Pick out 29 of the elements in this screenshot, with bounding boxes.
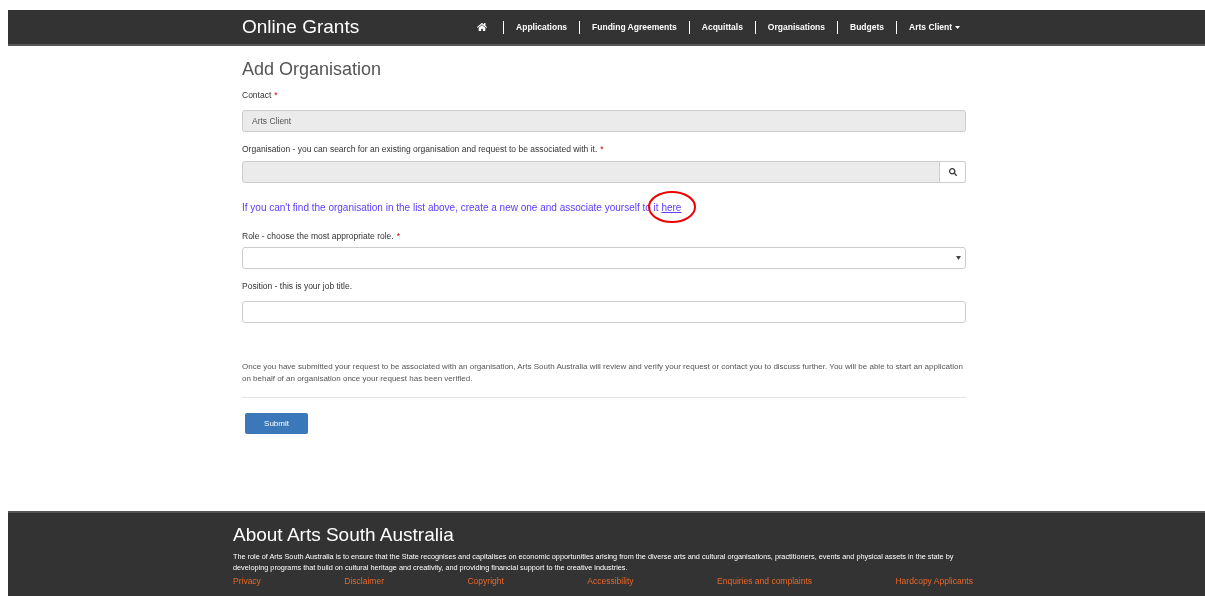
footer-title: About Arts South Australia bbox=[233, 523, 455, 547]
caret-icon bbox=[956, 256, 961, 261]
footer-link[interactable]: Hardcopy Applicants bbox=[895, 575, 973, 588]
footer-link[interactable]: Accessibility bbox=[587, 575, 634, 588]
text-field[interactable] bbox=[242, 301, 966, 323]
search-icon bbox=[948, 167, 957, 176]
caret-icon bbox=[955, 25, 960, 29]
nav-link[interactable]: Applications bbox=[510, 20, 574, 34]
role-select[interactable] bbox=[242, 247, 966, 270]
footer-link[interactable]: Copyright bbox=[467, 575, 504, 588]
site-brand[interactable]: Online Grants bbox=[242, 12, 360, 42]
field-label: Position - this is your job title. bbox=[242, 280, 354, 293]
field-label: Contact * bbox=[242, 89, 279, 102]
nav-link[interactable]: Arts Client bbox=[903, 20, 966, 34]
home-icon[interactable] bbox=[477, 22, 488, 32]
nav-link[interactable]: Acquittals bbox=[695, 20, 749, 34]
page-title: Add Organisation bbox=[242, 58, 383, 81]
nav-link[interactable]: Organisations bbox=[761, 20, 831, 34]
info-paragraph: Once you have submitted your request to be associated with an organisation, Arts South Australia will review and verify your request or contact you to discuss further. You will be able to start an application on behalf of an organisation once your request has been verified. bbox=[242, 361, 966, 398]
submit-button[interactable]: Submit bbox=[245, 413, 308, 434]
nav-link[interactable]: Funding Agreements bbox=[586, 20, 683, 34]
here-link[interactable]: here bbox=[661, 201, 682, 213]
footer-link[interactable]: Disclaimer bbox=[344, 575, 384, 588]
search-button[interactable] bbox=[940, 160, 966, 183]
footer-link[interactable]: Privacy bbox=[233, 575, 261, 588]
field-label: Role - choose the most appropriate role. * bbox=[242, 229, 401, 243]
nav-link[interactable]: Budgets bbox=[844, 20, 890, 34]
field-label: Organisation - you can search for an existing organisation and request to be associated with it. * bbox=[242, 142, 605, 156]
footer-link[interactable]: Enquiries and complaints bbox=[717, 575, 813, 588]
